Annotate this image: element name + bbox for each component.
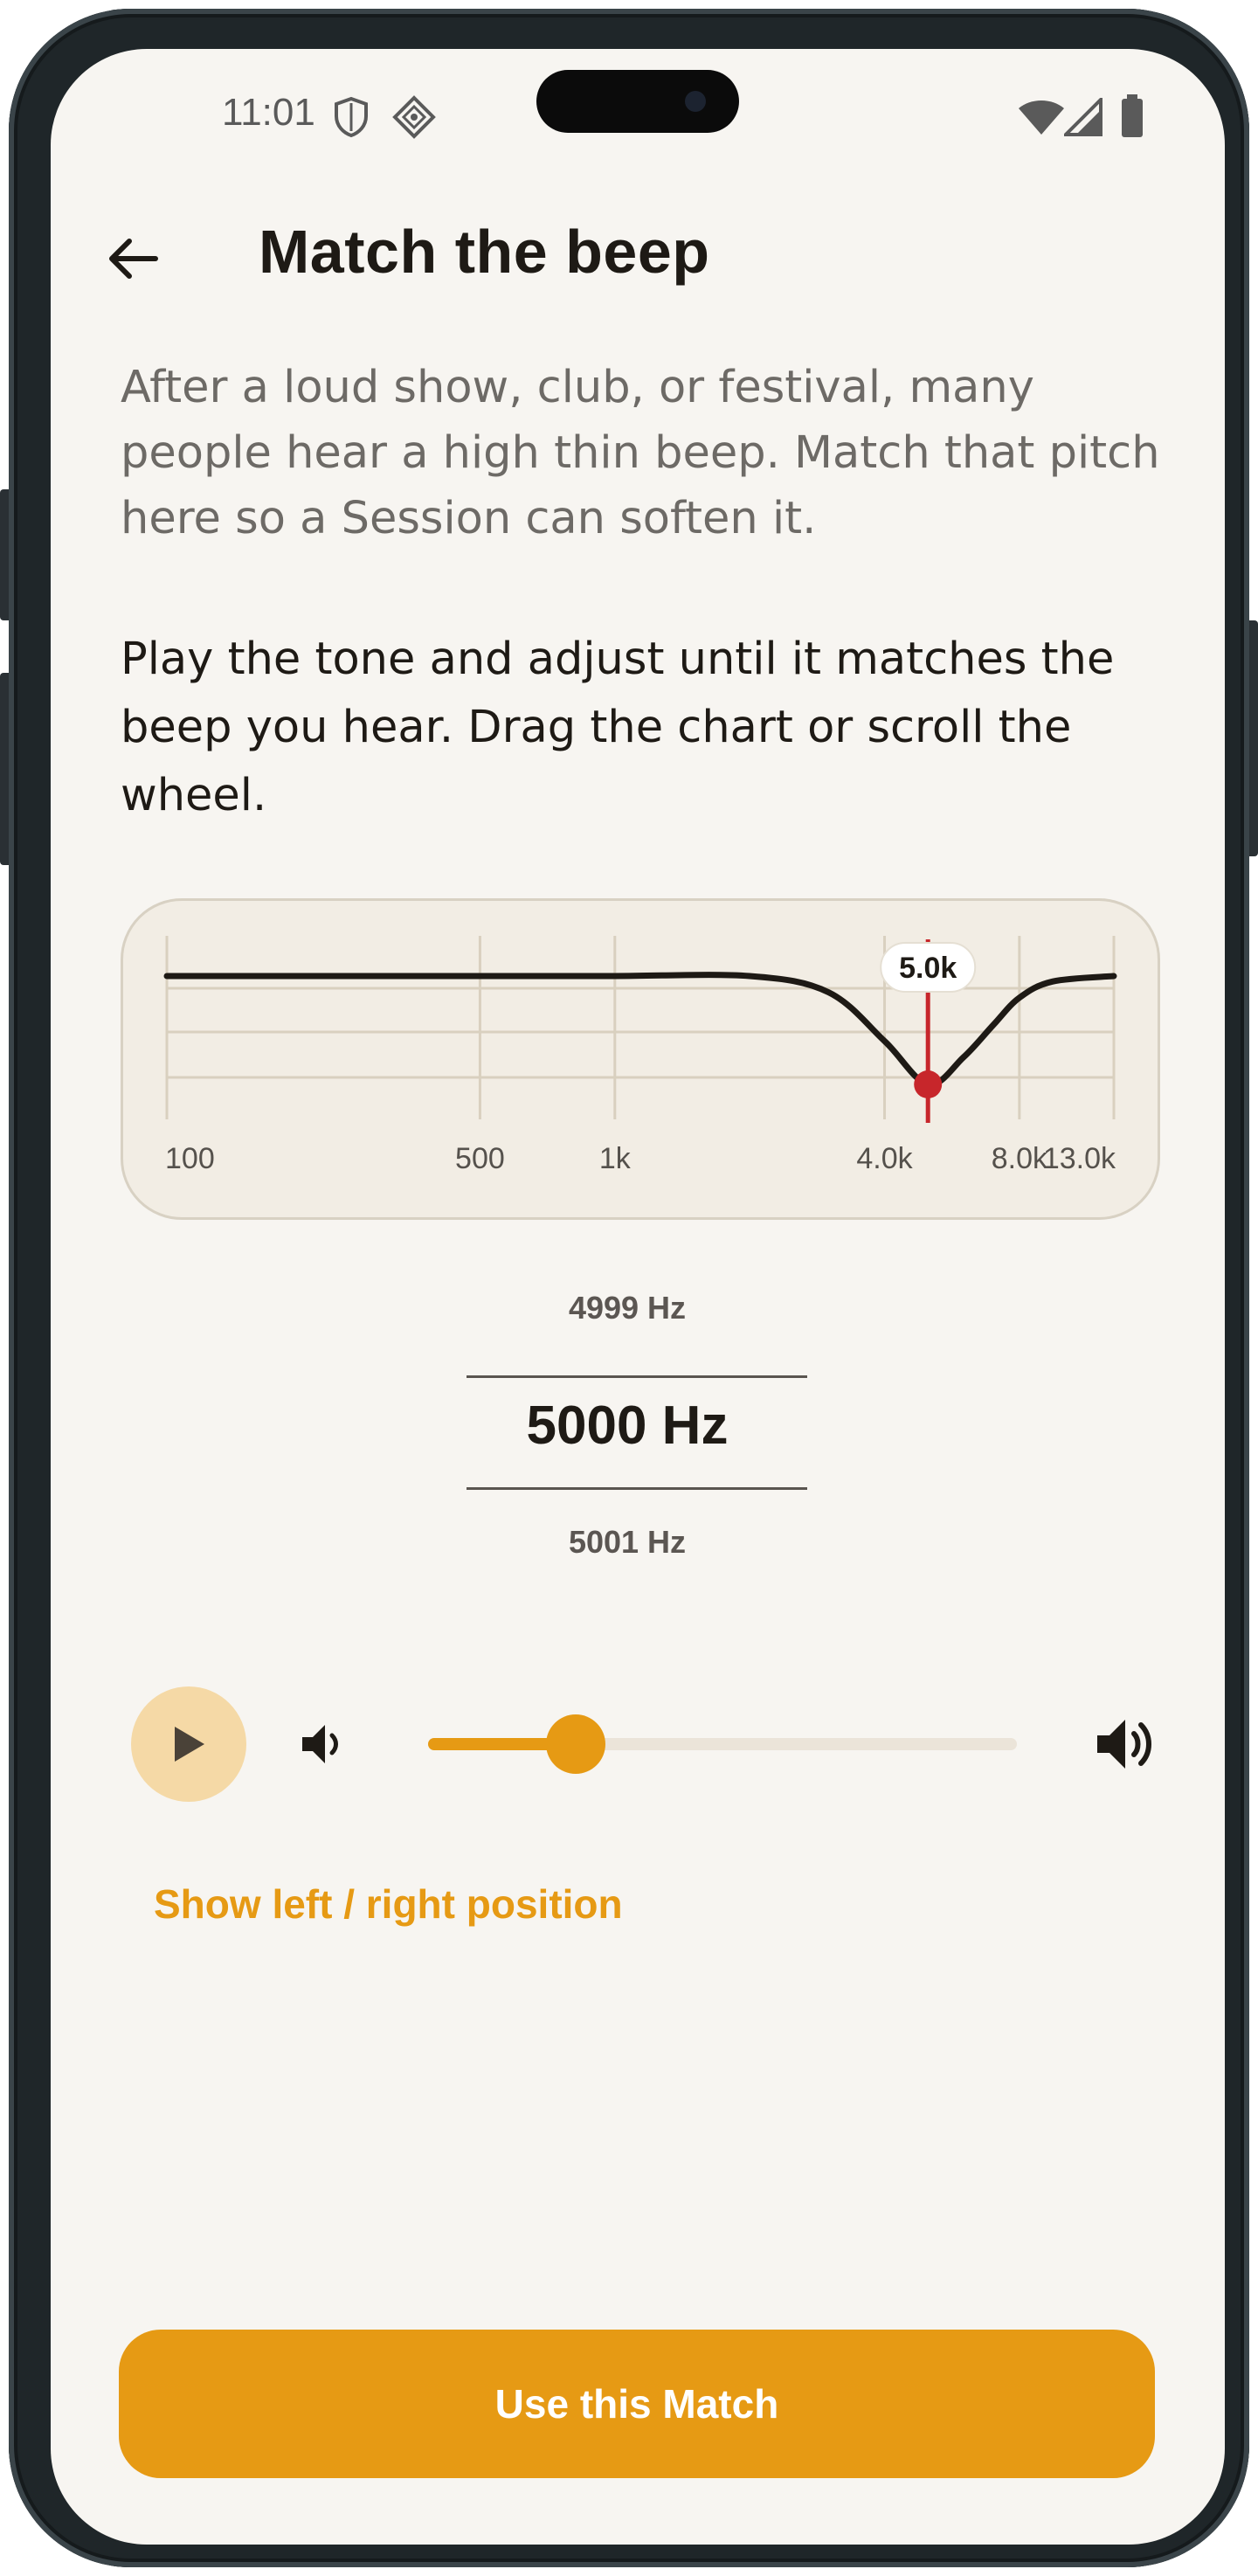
chart-tick-label: 500 bbox=[455, 1142, 505, 1175]
show-left-right-position-link[interactable]: Show left / right position bbox=[154, 1880, 623, 1928]
chart-tick-label: 13.0k bbox=[1043, 1142, 1116, 1175]
wheel-divider-top bbox=[467, 1375, 807, 1378]
chart-selected-label: 5.0k bbox=[899, 952, 957, 985]
status-time: 11:01 bbox=[222, 91, 315, 134]
battery-icon bbox=[1120, 94, 1144, 142]
intro-text: After a loud show, club, or festival, ma… bbox=[121, 362, 1160, 544]
signal-icon bbox=[1061, 95, 1102, 140]
wheel-next-value[interactable]: 5001 Hz bbox=[400, 1524, 854, 1561]
location-diamond-icon bbox=[391, 94, 437, 143]
app-screen: 11:01 Match the beep After a loud show, … bbox=[51, 49, 1225, 2545]
frequency-chart[interactable]: 100 500 1k 4.0k 8.0k 13.0k 5.0k bbox=[121, 898, 1160, 1220]
play-icon bbox=[175, 1727, 204, 1762]
camera-cutout bbox=[536, 70, 739, 133]
chart-tick-label: 8.0k bbox=[992, 1142, 1048, 1175]
phone-frame: 11:01 Match the beep After a loud show, … bbox=[9, 9, 1249, 2567]
volume-slider-thumb[interactable] bbox=[545, 1714, 605, 1774]
arrow-left-icon bbox=[109, 239, 158, 279]
page-title: Match the beep bbox=[259, 218, 710, 286]
instructions-text: Play the tone and adjust until it matche… bbox=[121, 634, 1115, 821]
back-button[interactable] bbox=[96, 222, 169, 295]
play-button[interactable] bbox=[131, 1686, 246, 1802]
chart-tick-label: 1k bbox=[599, 1142, 632, 1175]
chart-curve bbox=[163, 972, 1117, 1088]
use-this-match-button[interactable]: Use this Match bbox=[119, 2330, 1155, 2478]
chart-tick-label: 100 bbox=[165, 1142, 215, 1175]
volume-low-icon bbox=[297, 1718, 349, 1770]
wheel-current-value[interactable]: 5000 Hz bbox=[400, 1395, 854, 1457]
volume-high-icon bbox=[1090, 1709, 1160, 1779]
chart-selected-point bbox=[914, 1070, 943, 1098]
shield-icon bbox=[332, 96, 370, 142]
chart-tick-label: 4.0k bbox=[856, 1142, 913, 1175]
frequency-chart-svg[interactable]: 100 500 1k 4.0k 8.0k13.0k 5.0k bbox=[123, 901, 1158, 1217]
wheel-prev-value[interactable]: 4999 Hz bbox=[400, 1290, 854, 1326]
wheel-divider-bottom bbox=[467, 1487, 807, 1490]
wifi-icon bbox=[1017, 100, 1066, 140]
